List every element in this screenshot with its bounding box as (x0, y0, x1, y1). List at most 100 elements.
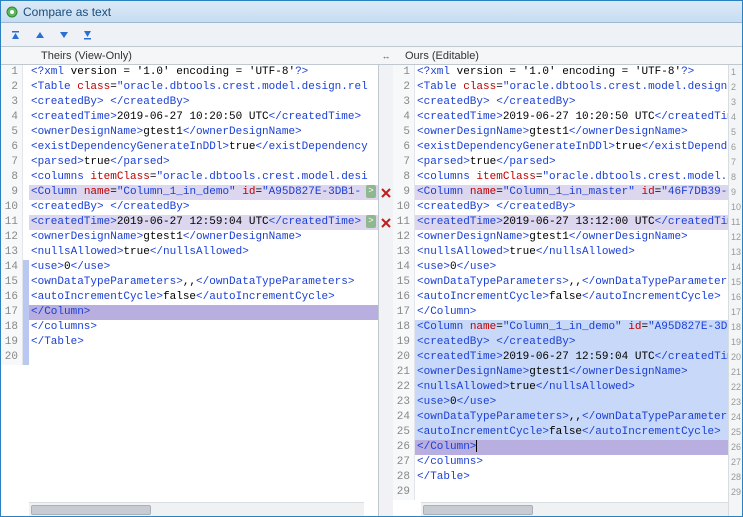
code-content[interactable]: <Column name="Column_1_in_master" id="46… (415, 185, 742, 200)
code-content[interactable]: <Table class="oracle.dbtools.crest.model… (29, 80, 378, 95)
code-content[interactable]: <use>0</use> (29, 260, 378, 275)
code-content[interactable]: <createdBy> </createdBy> (415, 335, 742, 350)
right-pane[interactable]: 1<?xml version = '1.0' encoding = 'UTF-8… (393, 65, 742, 516)
code-line[interactable]: 13<nullsAllowed>true</nullsAllowed> (1, 245, 378, 260)
left-pane[interactable]: 1<?xml version = '1.0' encoding = 'UTF-8… (1, 65, 379, 516)
last-diff-button[interactable] (79, 26, 97, 44)
code-content[interactable]: <ownerDesignName>gtest1</ownerDesignName… (415, 365, 742, 380)
code-line[interactable]: 19<createdBy> </createdBy> (393, 335, 742, 350)
code-content[interactable]: </Column> (29, 305, 378, 320)
code-line[interactable]: 17</Column> (393, 305, 742, 320)
next-diff-button[interactable] (55, 26, 73, 44)
code-content[interactable]: <ownDataTypeParameters>,,</ownDataTypePa… (29, 275, 378, 290)
code-line[interactable]: 28</Table> (393, 470, 742, 485)
code-line[interactable]: 26</Column> (393, 440, 742, 455)
code-line[interactable]: 4<createdTime>2019-06-27 10:20:50 UTC</c… (393, 110, 742, 125)
code-line[interactable]: 7<parsed>true</parsed> (1, 155, 378, 170)
reject-change-icon[interactable] (379, 216, 393, 230)
code-line[interactable]: 1<?xml version = '1.0' encoding = 'UTF-8… (1, 65, 378, 80)
code-content[interactable]: <parsed>true</parsed> (29, 155, 378, 170)
code-content[interactable]: <columns itemClass="oracle.dbtools.crest… (29, 170, 378, 185)
code-content[interactable] (29, 350, 378, 365)
splitter-icon[interactable]: ↔ (379, 51, 393, 61)
code-line[interactable]: 11<createdTime>2019-06-27 13:12:00 UTC</… (393, 215, 742, 230)
code-content[interactable]: </Table> (29, 335, 378, 350)
code-line[interactable]: 11<createdTime>2019-06-27 12:59:04 UTC</… (1, 215, 378, 230)
reject-change-icon[interactable] (379, 186, 393, 200)
code-content[interactable]: <createdTime>2019-06-27 12:59:04 UTC</cr… (415, 350, 742, 365)
code-content[interactable]: <autoIncrementCycle>false</autoIncrement… (29, 290, 378, 305)
code-content[interactable]: </Table> (415, 470, 742, 485)
code-content[interactable]: <ownerDesignName>gtest1</ownerDesignName… (29, 125, 378, 140)
code-line[interactable]: 5<ownerDesignName>gtest1</ownerDesignNam… (393, 125, 742, 140)
code-content[interactable]: <createdBy> </createdBy> (415, 200, 742, 215)
code-content[interactable]: </Column> (415, 440, 742, 455)
code-content[interactable]: <ownerDesignName>gtest1</ownerDesignName… (29, 230, 378, 245)
code-content[interactable]: <nullsAllowed>true</nullsAllowed> (415, 380, 742, 395)
code-line[interactable]: 16<autoIncrementCycle>false</autoIncreme… (1, 290, 378, 305)
code-content[interactable]: <?xml version = '1.0' encoding = 'UTF-8'… (29, 65, 378, 80)
code-line[interactable]: 9<Column name="Column_1_in_demo" id="A95… (1, 185, 378, 200)
code-content[interactable]: <use>0</use> (415, 395, 742, 410)
code-content[interactable]: <createdTime>2019-06-27 12:59:04 UTC</cr… (29, 215, 378, 230)
code-line[interactable]: 10<createdBy> </createdBy> (393, 200, 742, 215)
code-content[interactable]: </columns> (29, 320, 378, 335)
code-line[interactable]: 16<autoIncrementCycle>false</autoIncreme… (393, 290, 742, 305)
code-content[interactable]: <use>0</use> (415, 260, 742, 275)
code-line[interactable]: 8<columns itemClass="oracle.dbtools.cres… (393, 170, 742, 185)
code-line[interactable]: 12<ownerDesignName>gtest1</ownerDesignNa… (1, 230, 378, 245)
code-line[interactable]: 24<ownDataTypeParameters>,,</ownDataType… (393, 410, 742, 425)
code-line[interactable]: 25<autoIncrementCycle>false</autoIncreme… (393, 425, 742, 440)
left-horizontal-scrollbar[interactable] (29, 502, 364, 516)
code-content[interactable]: <nullsAllowed>true</nullsAllowed> (29, 245, 378, 260)
code-line[interactable]: 20 (1, 350, 378, 365)
code-content[interactable]: <?xml version = '1.0' encoding = 'UTF-8'… (415, 65, 742, 80)
code-content[interactable]: <createdTime>2019-06-27 13:12:00 UTC</cr… (415, 215, 742, 230)
code-content[interactable]: <ownDataTypeParameters>,,</ownDataTypePa… (415, 410, 742, 425)
code-content[interactable]: <Column name="Column_1_in_demo" id="A95D… (29, 185, 378, 200)
right-horizontal-scrollbar[interactable] (421, 502, 728, 516)
code-content[interactable]: <Table class="oracle.dbtools.crest.model… (415, 80, 742, 95)
code-content[interactable]: <createdBy> </createdBy> (415, 95, 742, 110)
code-line[interactable]: 18<Column name="Column_1_in_demo" id="A9… (393, 320, 742, 335)
code-line[interactable]: 10<createdBy> </createdBy> (1, 200, 378, 215)
code-line[interactable]: 21<ownerDesignName>gtest1</ownerDesignNa… (393, 365, 742, 380)
code-content[interactable]: <autoIncrementCycle>false</autoIncrement… (415, 290, 742, 305)
code-content[interactable]: <ownDataTypeParameters>,,</ownDataTypePa… (415, 275, 742, 290)
code-content[interactable]: </columns> (415, 455, 742, 470)
code-content[interactable]: <ownerDesignName>gtest1</ownerDesignName… (415, 230, 742, 245)
code-content[interactable]: <existDependencyGenerateInDDl>true</exis… (29, 140, 378, 155)
code-line[interactable]: 19</Table> (1, 335, 378, 350)
code-line[interactable]: 2<Table class="oracle.dbtools.crest.mode… (393, 80, 742, 95)
code-content[interactable]: <existDependencyGenerateInDDl>true</exis… (415, 140, 742, 155)
code-line[interactable]: 3<createdBy> </createdBy> (393, 95, 742, 110)
code-line[interactable]: 12<ownerDesignName>gtest1</ownerDesignNa… (393, 230, 742, 245)
code-line[interactable]: 18</columns> (1, 320, 378, 335)
code-line[interactable]: 2<Table class="oracle.dbtools.crest.mode… (1, 80, 378, 95)
code-content[interactable]: <autoIncrementCycle>false</autoIncrement… (415, 425, 742, 440)
code-content[interactable]: <nullsAllowed>true</nullsAllowed> (415, 245, 742, 260)
first-diff-button[interactable] (7, 26, 25, 44)
code-line[interactable]: 4<createdTime>2019-06-27 10:20:50 UTC</c… (1, 110, 378, 125)
code-content[interactable]: </Column> (415, 305, 742, 320)
code-content[interactable]: <createdBy> </createdBy> (29, 200, 378, 215)
code-line[interactable]: 9<Column name="Column_1_in_master" id="4… (393, 185, 742, 200)
code-line[interactable]: 1<?xml version = '1.0' encoding = 'UTF-8… (393, 65, 742, 80)
code-line[interactable]: 6<existDependencyGenerateInDDl>true</exi… (1, 140, 378, 155)
code-content[interactable]: <ownerDesignName>gtest1</ownerDesignName… (415, 125, 742, 140)
code-line[interactable]: 3<createdBy> </createdBy> (1, 95, 378, 110)
code-content[interactable]: <createdTime>2019-06-27 10:20:50 UTC</cr… (29, 110, 378, 125)
code-line[interactable]: 8<columns itemClass="oracle.dbtools.cres… (1, 170, 378, 185)
code-content[interactable]: <createdBy> </createdBy> (29, 95, 378, 110)
code-line[interactable]: 29 (393, 485, 742, 500)
code-line[interactable]: 5<ownerDesignName>gtest1</ownerDesignNam… (1, 125, 378, 140)
code-line[interactable]: 6<existDependencyGenerateInDDl>true</exi… (393, 140, 742, 155)
code-content[interactable]: <columns itemClass="oracle.dbtools.crest… (415, 170, 742, 185)
code-line[interactable]: 22<nullsAllowed>true</nullsAllowed> (393, 380, 742, 395)
code-line[interactable]: 23<use>0</use> (393, 395, 742, 410)
prev-diff-button[interactable] (31, 26, 49, 44)
code-content[interactable]: <createdTime>2019-06-27 10:20:50 UTC</cr… (415, 110, 742, 125)
code-line[interactable]: 14<use>0</use> (393, 260, 742, 275)
code-content[interactable] (415, 485, 742, 500)
code-line[interactable]: 27</columns> (393, 455, 742, 470)
